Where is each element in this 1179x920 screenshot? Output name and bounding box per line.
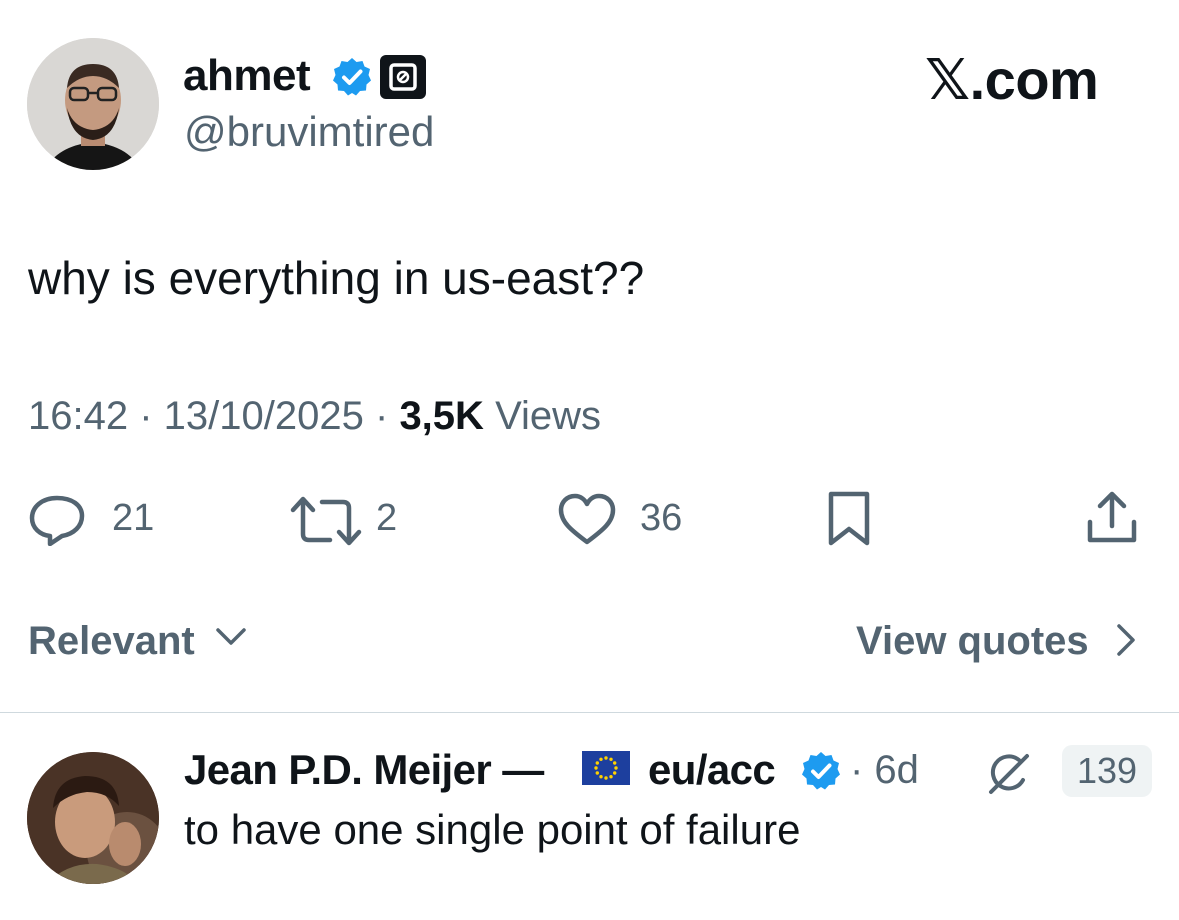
share-icon[interactable] xyxy=(1086,490,1138,546)
affiliation-badge-icon[interactable] xyxy=(380,55,426,99)
chevron-right-icon[interactable] xyxy=(1112,621,1140,659)
sort-relevant-button[interactable]: Relevant xyxy=(28,618,195,664)
eu-flag-icon xyxy=(582,751,630,785)
reply-text: to have one single point of failure xyxy=(184,806,801,853)
grok-icon[interactable] xyxy=(985,752,1033,796)
views-label: Views xyxy=(495,394,602,438)
meta-separator: · xyxy=(139,394,164,438)
author-handle[interactable]: @bruvimtired xyxy=(184,107,434,157)
site-logo: 𝕏.com xyxy=(925,48,1099,111)
verified-badge-icon xyxy=(800,750,842,792)
reply-icon[interactable] xyxy=(28,494,86,546)
reply-author-name-suffix[interactable]: eu/acc xyxy=(648,745,776,795)
reply-author-name[interactable]: Jean P.D. Meijer — xyxy=(184,745,544,795)
reply-count[interactable]: 21 xyxy=(112,496,154,540)
repost-icon[interactable] xyxy=(288,494,364,548)
repost-count[interactable]: 2 xyxy=(376,496,397,540)
reply-engagement-badge[interactable]: 139 xyxy=(1062,745,1152,797)
tweet-date[interactable]: 13/10/2025 xyxy=(164,394,364,438)
bookmark-icon[interactable] xyxy=(826,490,872,548)
tweet-text: why is everything in us-east?? xyxy=(28,252,645,304)
author-avatar-image xyxy=(27,38,159,170)
tweet-meta: 16:42 · 13/10/2025 · 3,5K Views xyxy=(28,392,601,440)
reply-author-avatar[interactable] xyxy=(27,752,159,884)
reply-avatar-image xyxy=(27,752,159,884)
author-name[interactable]: ahmet xyxy=(183,50,311,102)
meta-separator: · xyxy=(375,394,400,438)
like-icon[interactable] xyxy=(557,492,617,546)
like-count[interactable]: 36 xyxy=(640,496,682,540)
verified-badge-icon xyxy=(331,56,373,98)
view-quotes-link[interactable]: View quotes xyxy=(856,618,1089,664)
section-divider xyxy=(0,712,1179,713)
chevron-down-icon[interactable] xyxy=(214,624,248,648)
reply-timestamp[interactable]: · 6d xyxy=(850,745,919,795)
views-count: 3,5K xyxy=(399,394,484,438)
author-avatar[interactable] xyxy=(27,38,159,170)
tweet-time[interactable]: 16:42 xyxy=(28,394,128,438)
